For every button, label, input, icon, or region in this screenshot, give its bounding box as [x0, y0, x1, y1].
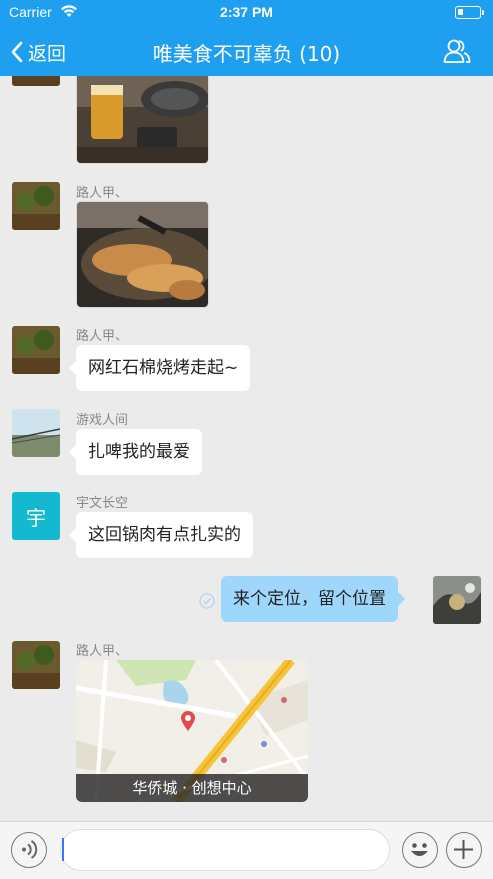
sender-name: 游戏人间: [76, 413, 129, 428]
avatar[interactable]: [12, 182, 60, 230]
text-caret: [62, 838, 64, 861]
input-bar: [0, 821, 493, 879]
message-input[interactable]: [60, 829, 390, 871]
own-message-bubble[interactable]: 来个定位，留个位置: [221, 576, 405, 622]
members-icon[interactable]: [443, 38, 471, 64]
sender-name: 路人甲、: [76, 644, 129, 659]
location-card[interactable]: 华侨城 · 创想中心: [76, 660, 308, 802]
location-name: 华侨城 · 创想中心: [76, 774, 308, 802]
message-bubble[interactable]: 网红石棉烧烤走起~: [68, 345, 251, 391]
more-button[interactable]: [446, 832, 482, 868]
emoji-button[interactable]: [402, 832, 438, 868]
nav-bar: 返回 唯美食不可辜负 (10): [0, 26, 493, 76]
back-label: 返回: [28, 42, 67, 65]
avatar[interactable]: [12, 76, 60, 86]
back-button[interactable]: 返回: [10, 38, 66, 66]
map-pin-icon: [181, 711, 195, 731]
clock: 2:37 PM: [220, 4, 273, 20]
food-photo[interactable]: [76, 201, 209, 308]
battery-icon: [455, 6, 484, 19]
plus-icon: [454, 840, 473, 859]
avatar[interactable]: [12, 326, 60, 374]
avatar[interactable]: [12, 409, 60, 457]
avatar[interactable]: 宇: [12, 492, 60, 540]
status-bar: Carrier 2:37 PM: [0, 0, 493, 26]
message-bubble[interactable]: 这回锅肉有点扎实的: [69, 512, 253, 558]
message-bubble[interactable]: 扎啤我的最爱: [69, 429, 202, 475]
sender-name: 路人甲、: [76, 186, 129, 201]
voice-icon: [22, 840, 38, 859]
chat-list[interactable]: 路人甲、 路人甲、 网红石棉烧烤走起~ 游戏人间 扎啤我的最爱 宇 宇文长空 这…: [0, 76, 493, 821]
back-chevron-icon: [11, 41, 23, 63]
chat-title: 唯美食不可辜负 (10): [152, 42, 341, 66]
own-avatar[interactable]: [433, 576, 481, 624]
food-photo[interactable]: [76, 76, 209, 164]
avatar[interactable]: [12, 641, 60, 689]
voice-button[interactable]: [11, 832, 47, 868]
sender-name: 路人甲、: [76, 329, 129, 344]
sender-name: 宇文长空: [76, 496, 129, 511]
emoji-icon: [411, 843, 428, 856]
read-check-icon: [199, 593, 215, 609]
